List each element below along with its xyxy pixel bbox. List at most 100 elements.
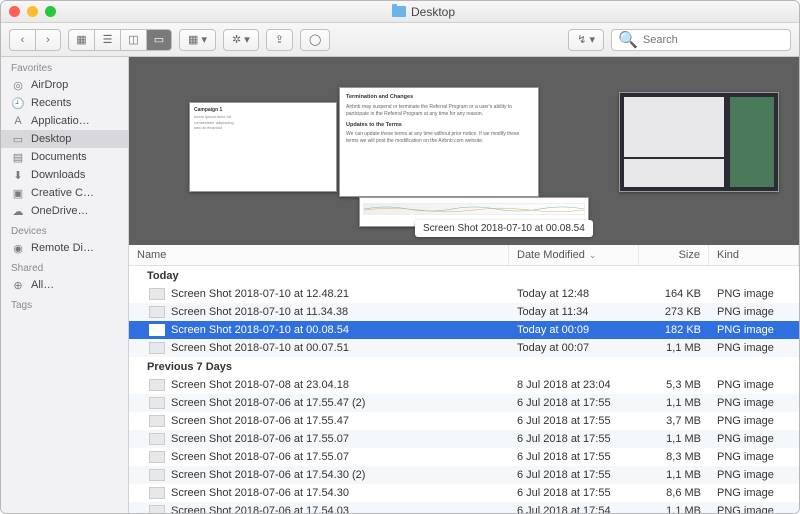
- sidebar-item-icon: ⬇: [11, 169, 25, 181]
- file-date: 6 Jul 2018 at 17:55: [509, 486, 639, 500]
- file-icon: [149, 306, 165, 318]
- file-date: 6 Jul 2018 at 17:55: [509, 468, 639, 482]
- doc-heading: Termination and Changes: [346, 94, 532, 102]
- file-date: Today at 11:34: [509, 305, 639, 319]
- nav-buttons: ‹ ›: [9, 29, 61, 51]
- file-date: 6 Jul 2018 at 17:55: [509, 414, 639, 428]
- file-kind: PNG image: [709, 450, 799, 464]
- file-date: Today at 00:07: [509, 341, 639, 355]
- sidebar-item[interactable]: ◎AirDrop: [1, 76, 128, 94]
- sidebar-item-icon: ◎: [11, 79, 25, 91]
- file-size: 273 KB: [639, 305, 709, 319]
- file-kind: PNG image: [709, 486, 799, 500]
- tag-button[interactable]: ◯: [300, 29, 330, 51]
- sidebar-item[interactable]: ▤ Documents: [1, 148, 128, 166]
- sidebar-item[interactable]: ⬇Downloads: [1, 166, 128, 184]
- forward-button[interactable]: ›: [35, 29, 61, 51]
- sidebar-item[interactable]: ▭Desktop: [1, 130, 128, 148]
- file-date: 8 Jul 2018 at 23:04: [509, 378, 639, 392]
- file-icon: [149, 397, 165, 409]
- gallery-strip[interactable]: Campaign 1 lorem ipsum dolor sitconsecte…: [129, 57, 799, 245]
- file-kind: PNG image: [709, 414, 799, 428]
- titlebar[interactable]: Desktop: [1, 1, 799, 23]
- view-icon-button[interactable]: ▦: [68, 29, 94, 51]
- col-name[interactable]: Name: [129, 245, 509, 265]
- title-text: Desktop: [411, 5, 455, 19]
- group-header[interactable]: Previous 7 Days: [129, 357, 799, 376]
- gallery-caption: Screen Shot 2018-07-10 at 00.08.54: [415, 220, 593, 237]
- col-size[interactable]: Size: [639, 245, 709, 265]
- col-date[interactable]: Date Modified⌄: [509, 245, 639, 265]
- file-icon: [149, 379, 165, 391]
- sidebar-item-label: Desktop: [31, 133, 71, 145]
- thumbnail[interactable]: Termination and Changes Airbnb may suspe…: [339, 87, 539, 197]
- file-kind: PNG image: [709, 305, 799, 319]
- file-size: 1,1 MB: [639, 468, 709, 482]
- table-row[interactable]: Screen Shot 2018-07-10 at 11.34.38Today …: [129, 303, 799, 321]
- table-row[interactable]: Screen Shot 2018-07-10 at 00.07.51 Today …: [129, 339, 799, 357]
- thumbnail[interactable]: Campaign 1 lorem ipsum dolor sitconsecte…: [189, 102, 337, 192]
- sidebar-item-label: Documents: [31, 151, 87, 163]
- file-date: Today at 00:09: [509, 323, 639, 337]
- column-headers: Name Date Modified⌄ Size Kind: [129, 245, 799, 266]
- table-row[interactable]: Screen Shot 2018-07-06 at 17.55.076 Jul …: [129, 430, 799, 448]
- share-button[interactable]: ⇪: [266, 29, 293, 51]
- table-row[interactable]: Screen Shot 2018-07-08 at 23.04.188 Jul …: [129, 376, 799, 394]
- table-row[interactable]: Screen Shot 2018-07-06 at 17.54.30 (2) 6 …: [129, 466, 799, 484]
- view-gallery-button[interactable]: ▭: [146, 29, 172, 51]
- table-row[interactable]: Screen Shot 2018-07-06 at 17.55.476 Jul …: [129, 412, 799, 430]
- view-list-button[interactable]: ☰: [94, 29, 120, 51]
- sidebar-section-head: Devices: [1, 220, 128, 239]
- zoom-icon[interactable]: [45, 6, 56, 17]
- sidebar-item-label: OneDrive…: [31, 205, 88, 217]
- view-column-button[interactable]: ◫: [120, 29, 146, 51]
- file-icon: [149, 288, 165, 300]
- sync-button[interactable]: ↯ ▾: [568, 29, 604, 51]
- content-area: Campaign 1 lorem ipsum dolor sitconsecte…: [129, 57, 799, 513]
- sidebar-item[interactable]: ▣Creative C…: [1, 184, 128, 202]
- table-row[interactable]: Screen Shot 2018-07-10 at 00.08.54Today …: [129, 321, 799, 339]
- file-list: Name Date Modified⌄ Size Kind TodayScree…: [129, 245, 799, 513]
- file-kind: PNG image: [709, 341, 799, 355]
- action-button[interactable]: ✲ ▾: [223, 29, 259, 51]
- finder-window: Desktop ‹ › ▦ ☰ ◫ ▭ ▦ ▾ ✲ ▾ ⇪ ◯ ↯ ▾ 🔍 Fa…: [0, 0, 800, 514]
- table-row[interactable]: Screen Shot 2018-07-06 at 17.54.306 Jul …: [129, 484, 799, 502]
- sidebar-item-icon: A: [11, 115, 25, 127]
- sidebar-item[interactable]: ⊕All…: [1, 276, 128, 294]
- file-date: 6 Jul 2018 at 17:55: [509, 432, 639, 446]
- table-row[interactable]: Screen Shot 2018-07-10 at 12.48.21Today …: [129, 285, 799, 303]
- file-size: 8,6 MB: [639, 486, 709, 500]
- close-icon[interactable]: [9, 6, 20, 17]
- file-size: 3,7 MB: [639, 414, 709, 428]
- file-kind: PNG image: [709, 396, 799, 410]
- table-row[interactable]: Screen Shot 2018-07-06 at 17.54.036 Jul …: [129, 502, 799, 513]
- table-row[interactable]: Screen Shot 2018-07-06 at 17.55.47 (2)6 …: [129, 394, 799, 412]
- search-field[interactable]: 🔍: [611, 29, 791, 51]
- col-kind[interactable]: Kind: [709, 245, 799, 265]
- sidebar-item[interactable]: AApplicatio…: [1, 112, 128, 130]
- group-header[interactable]: Today: [129, 266, 799, 285]
- group-button[interactable]: ▦ ▾: [179, 29, 216, 51]
- search-input[interactable]: [643, 34, 785, 46]
- file-date: Today at 12:48: [509, 287, 639, 301]
- file-kind: PNG image: [709, 432, 799, 446]
- folder-icon: [392, 6, 406, 17]
- sidebar-item[interactable]: ◉Remote Di…: [1, 239, 128, 257]
- sidebar-item-icon: ◉: [11, 242, 25, 254]
- back-button[interactable]: ‹: [9, 29, 35, 51]
- file-name: Screen Shot 2018-07-10 at 00.07.51: [171, 342, 349, 354]
- file-kind: PNG image: [709, 468, 799, 482]
- file-name: Screen Shot 2018-07-06 at 17.54.30 (2): [171, 469, 365, 481]
- thumbnail[interactable]: [619, 92, 779, 192]
- sidebar-item[interactable]: ☁OneDrive…: [1, 202, 128, 220]
- file-size: 182 KB: [639, 323, 709, 337]
- file-kind: PNG image: [709, 378, 799, 392]
- table-row[interactable]: Screen Shot 2018-07-06 at 17.55.076 Jul …: [129, 448, 799, 466]
- minimize-icon[interactable]: [27, 6, 38, 17]
- sidebar-item[interactable]: 🕘Recents: [1, 94, 128, 112]
- sidebar-item-icon: ▤: [11, 151, 25, 163]
- file-date: 6 Jul 2018 at 17:55: [509, 396, 639, 410]
- sidebar-item-icon: ⊕: [11, 279, 25, 291]
- sidebar-section-head: Shared: [1, 257, 128, 276]
- sidebar-section-head: Tags: [1, 294, 128, 313]
